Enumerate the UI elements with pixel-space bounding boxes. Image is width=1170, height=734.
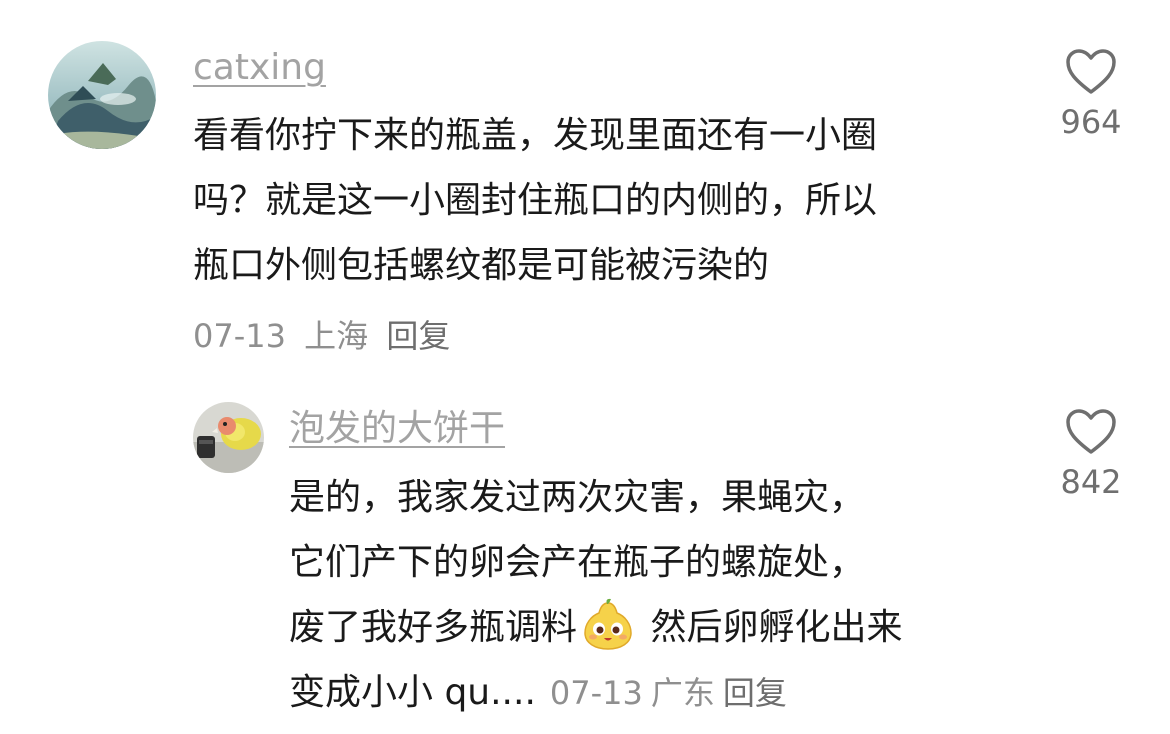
comment-meta: 07-13 上海 回复 — [193, 316, 458, 356]
comment-line: 瓶口外侧包括螺纹都是可能被污染的 — [193, 245, 770, 286]
comment-line: 吗？就是这一小圈封住瓶口的内侧的，所以 — [193, 180, 878, 221]
heart-icon — [1066, 409, 1116, 454]
comment-line: 是的，我家发过两次灾害，果蝇灾， — [289, 477, 866, 518]
comment-text-segment: 废了我好多瓶调料 — [289, 607, 578, 648]
comment-date: 07-13 — [549, 674, 643, 712]
pear-face-emoji-icon — [581, 597, 635, 651]
comment-line: 它们产下的卵会产在瓶子的螺旋处， — [289, 542, 866, 583]
avatar[interactable] — [193, 402, 264, 473]
heart-icon — [1066, 49, 1116, 94]
comment-username[interactable]: catxing — [193, 46, 326, 90]
comment-body: 看看你拧下来的瓶盖，发现里面还有一小圈 吗？就是这一小圈封住瓶口的内侧的，所以 … — [193, 103, 877, 298]
comment-location: 广东 — [650, 674, 715, 712]
avatar[interactable] — [48, 41, 156, 149]
parrot-avatar-icon — [193, 402, 264, 473]
comment-text-segment: 变成小小 qu.... — [289, 672, 536, 713]
reply-button[interactable]: 回复 — [386, 317, 450, 355]
reply-button[interactable]: 回复 — [723, 674, 787, 712]
comment-line: 看看你拧下来的瓶盖，发现里面还有一小圈 — [193, 115, 878, 156]
comment-meta: 07-13 广东 回复 — [550, 674, 795, 712]
comment-line: 变成小小 qu.... 07-13 广东 回复 — [289, 660, 902, 726]
landscape-avatar-icon — [48, 41, 156, 149]
like-count: 842 — [1060, 463, 1122, 501]
comment-username[interactable]: 泡发的大饼干 — [289, 407, 505, 451]
like-count: 964 — [1060, 103, 1122, 141]
like-button[interactable]: 842 — [1046, 408, 1136, 502]
comment-text-segment: 然后卵孵化出来 — [650, 607, 903, 648]
like-button[interactable]: 964 — [1046, 48, 1136, 142]
comment-date: 07-13 — [193, 317, 286, 355]
comment-line: 废了我好多瓶调料 然后卵孵化出来 — [289, 595, 902, 660]
comment-body: 是的，我家发过两次灾害，果蝇灾， 它们产下的卵会产在瓶子的螺旋处， 废了我好多瓶… — [289, 465, 902, 726]
comment-location: 上海 — [304, 317, 369, 355]
